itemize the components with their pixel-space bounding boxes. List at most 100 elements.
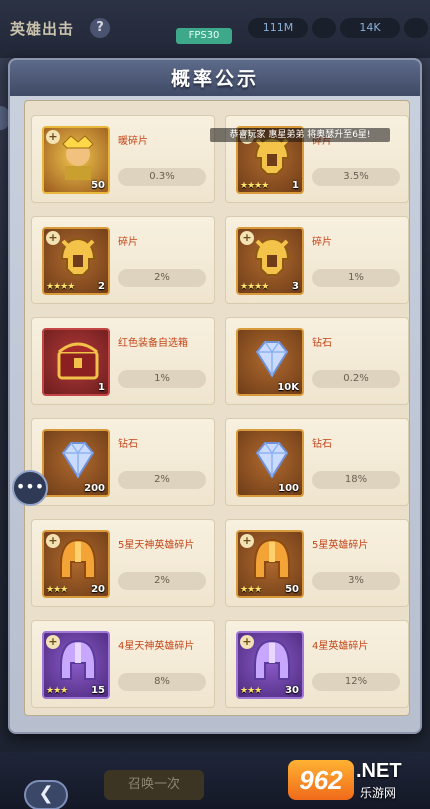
star-rating: ★★★ [46, 686, 68, 696]
probability-value: 3.5% [312, 168, 400, 186]
reward-card[interactable]: +50 暖碎片 0.3% [31, 115, 215, 203]
background-title: 英雄出击 [10, 20, 75, 38]
item-count: 2 [98, 281, 105, 292]
item-count: 100 [278, 483, 299, 494]
resource-diamond: 14K [340, 18, 400, 38]
probability-value: 3% [312, 572, 400, 590]
item-count: 30 [285, 685, 299, 696]
hero-portrait-icon [53, 132, 103, 182]
probability-value: 1% [312, 269, 400, 287]
plus-badge-icon: + [46, 231, 60, 245]
purple-helmet-icon [53, 637, 103, 687]
reward-card[interactable]: + ★★★★ 2 碎片 2% [31, 216, 215, 304]
plus-badge-icon: + [46, 534, 60, 548]
chat-bubble-icon[interactable]: ••• [12, 470, 48, 506]
item-count: 20 [91, 584, 105, 595]
probability-modal: 概率公示 +50 暖碎片 0.3% + ★★★★ 1 碎片 3.5% + ★★★★ 2 碎片 2% + ★★… [8, 58, 422, 734]
reward-card[interactable]: + ★★★ 15 4星天神英雄碎片 8% [31, 620, 215, 708]
probability-value: 8% [118, 673, 206, 691]
probability-value: 2% [118, 471, 206, 489]
item-name: 碎片 [118, 237, 138, 248]
probability-value: 18% [312, 471, 400, 489]
item-count: 1 [98, 382, 105, 393]
reward-card[interactable]: 100 钻石 18% [225, 418, 409, 506]
probability-value: 0.3% [118, 168, 206, 186]
treasure-chest-icon [53, 334, 103, 384]
diamond-icon [247, 435, 297, 485]
diamond-icon [53, 435, 103, 485]
item-count: 15 [91, 685, 105, 696]
resource-icon-2[interactable] [404, 18, 428, 38]
probability-value: 2% [118, 269, 206, 287]
probability-value: 12% [312, 673, 400, 691]
back-button[interactable]: ❮ [24, 780, 68, 809]
star-rating: ★★★★ [46, 282, 75, 292]
item-name: 钻石 [118, 439, 138, 450]
item-name: 4星天神英雄碎片 [118, 641, 195, 652]
reward-icon-frame[interactable]: + ★★★ 50 [236, 530, 304, 598]
item-count: 200 [84, 483, 105, 494]
star-rating: ★★★ [240, 585, 262, 595]
resource-gold: 111M [248, 18, 308, 38]
reward-icon-frame[interactable]: 1 [42, 328, 110, 396]
star-rating: ★★★★ [240, 181, 269, 191]
item-count: 10K [277, 382, 299, 393]
summon-once-button[interactable]: 召唤一次 [104, 770, 204, 800]
site-watermark: 962 .NET 乐游网 [288, 758, 428, 804]
item-count: 50 [285, 584, 299, 595]
modal-title: 概率公示 [170, 68, 259, 90]
reward-icon-frame[interactable]: 100 [236, 429, 304, 497]
item-name: 5星英雄碎片 [312, 540, 369, 551]
item-count: 50 [91, 180, 105, 191]
reward-card[interactable]: + ★★★ 20 5星天神英雄碎片 2% [31, 519, 215, 607]
reward-icon-frame[interactable]: 200 [42, 429, 110, 497]
reward-icon-frame[interactable]: + ★★★ 30 [236, 631, 304, 699]
resource-icon-1[interactable] [312, 18, 336, 38]
item-name: 4星英雄碎片 [312, 641, 369, 652]
item-count: 3 [292, 281, 299, 292]
item-name: 暖碎片 [118, 136, 148, 147]
reward-icon-frame[interactable]: 10K [236, 328, 304, 396]
watermark-suffix: .NET [356, 760, 402, 782]
reward-card[interactable]: + ★★★ 50 5星英雄碎片 3% [225, 519, 409, 607]
reward-card[interactable]: 10K 钻石 0.2% [225, 317, 409, 405]
reward-list[interactable]: +50暖碎片0.3%+★★★★1碎片3.5%+★★★★2碎片2%+★★★★3碎片… [24, 100, 410, 716]
reward-icon-frame[interactable]: + ★★★ 15 [42, 631, 110, 699]
reward-card[interactable]: 1 红色装备自选箱 1% [31, 317, 215, 405]
reward-icon-frame[interactable]: +50 [42, 126, 110, 194]
star-rating: ★★★ [46, 585, 68, 595]
probability-value: 2% [118, 572, 206, 590]
reward-card[interactable]: + ★★★ 30 4星英雄碎片 12% [225, 620, 409, 708]
probability-value: 1% [118, 370, 206, 388]
item-name: 钻石 [312, 338, 332, 349]
item-name: 钻石 [312, 439, 332, 450]
reward-card[interactable]: 200 钻石 2% [31, 418, 215, 506]
star-rating: ★★★ [240, 686, 262, 696]
orange-helmet-icon [247, 536, 297, 586]
star-rating: ★★★★ [240, 282, 269, 292]
item-name: 红色装备自选箱 [118, 338, 188, 349]
plus-badge-icon: + [46, 130, 60, 144]
item-name: 碎片 [312, 237, 332, 248]
plus-badge-icon: + [240, 534, 254, 548]
reward-icon-frame[interactable]: + ★★★★ 3 [236, 227, 304, 295]
announcement-toast: 恭喜玩家 惠星弟弟 将奥瑟升至6星! [210, 128, 390, 142]
orange-helmet-icon [53, 536, 103, 586]
probability-value: 0.2% [312, 370, 400, 388]
reward-icon-frame[interactable]: + ★★★ 20 [42, 530, 110, 598]
plus-badge-icon: + [46, 635, 60, 649]
diamond-icon [247, 334, 297, 384]
reward-icon-frame[interactable]: + ★★★★ 2 [42, 227, 110, 295]
purple-helmet-icon [247, 637, 297, 687]
watermark-site: 乐游网 [360, 786, 397, 800]
fps-badge: FPS30 [176, 28, 232, 44]
plus-badge-icon: + [240, 231, 254, 245]
plus-badge-icon: + [240, 635, 254, 649]
reward-card[interactable]: + ★★★★ 3 碎片 1% [225, 216, 409, 304]
item-count: 1 [292, 180, 299, 191]
helmet-emblem-icon [247, 233, 297, 283]
watermark-logo: 962 [288, 760, 354, 800]
modal-header: 概率公示 [10, 60, 420, 96]
item-name: 5星天神英雄碎片 [118, 540, 195, 551]
help-icon[interactable]: ? [90, 18, 110, 38]
